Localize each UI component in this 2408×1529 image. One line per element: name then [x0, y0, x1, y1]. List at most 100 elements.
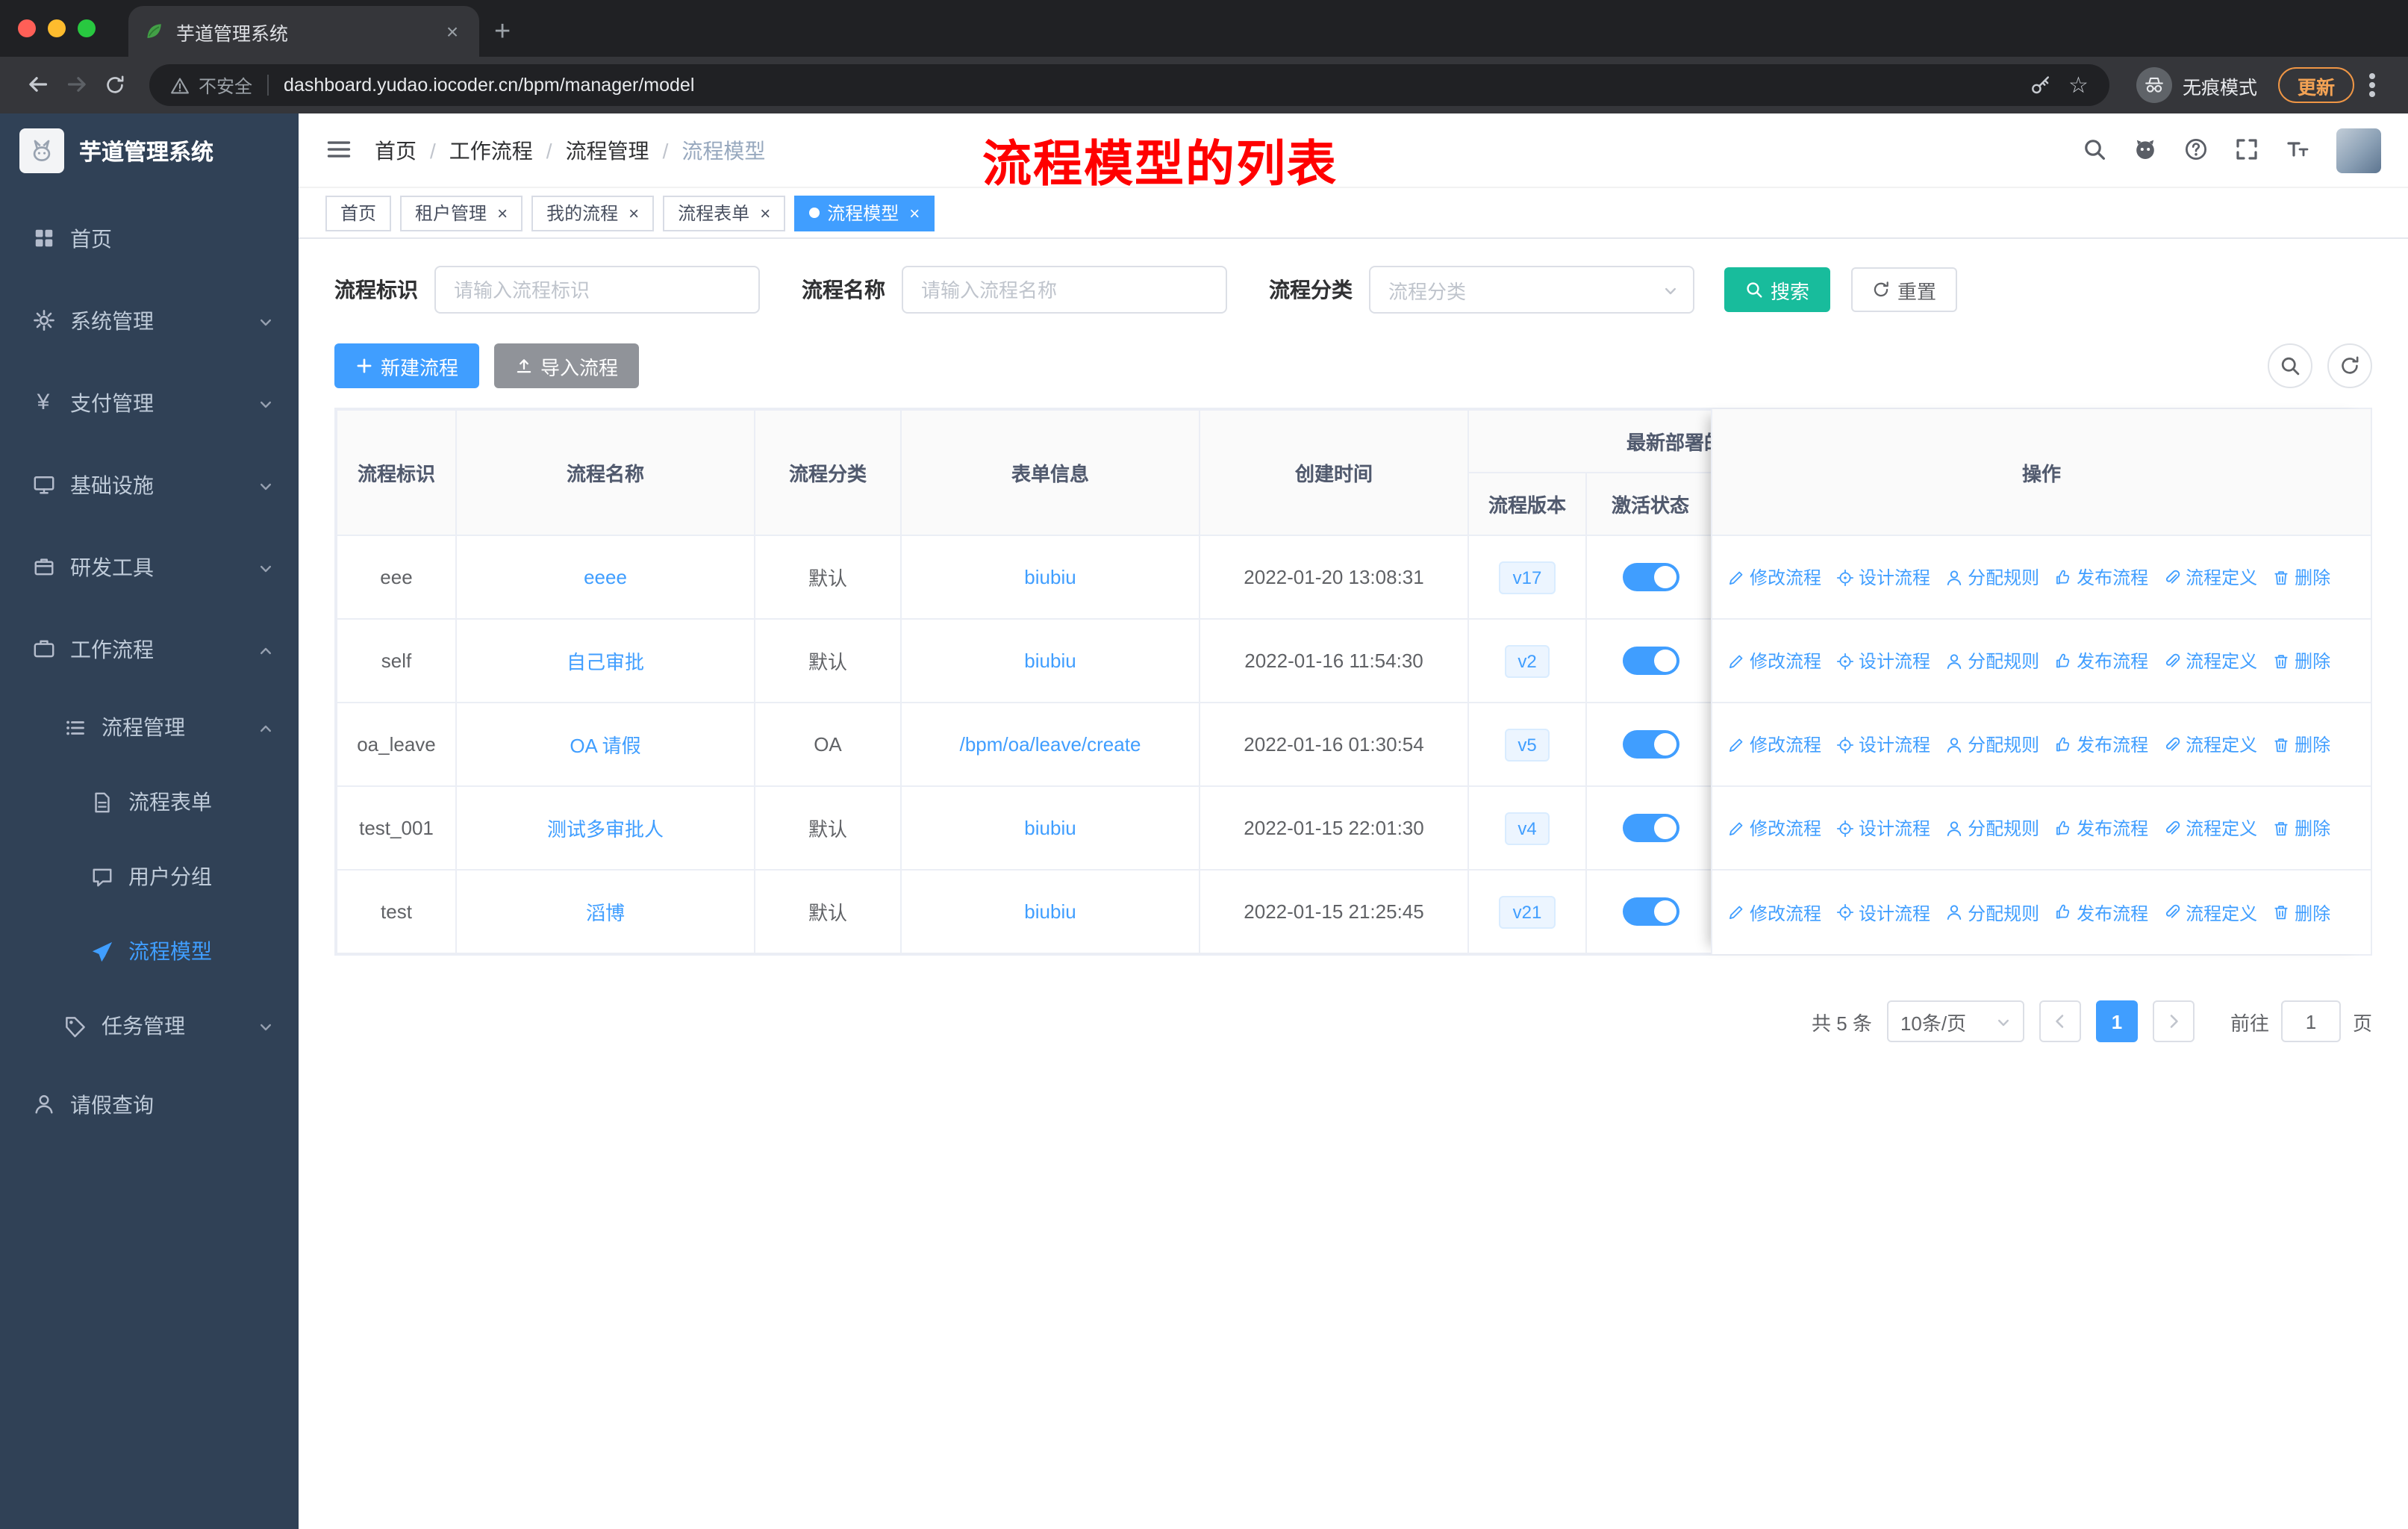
close-icon[interactable]	[628, 204, 639, 222]
sidebar-item-process-model[interactable]: 流程模型	[0, 914, 299, 988]
breadcrumb-home[interactable]: 首页	[375, 135, 417, 165]
active-toggle[interactable]	[1622, 563, 1679, 591]
publish-process-link[interactable]: 发布流程	[2054, 732, 2148, 757]
delete-process-link[interactable]: 删除	[2272, 564, 2330, 590]
browser-tab[interactable]: 芋道管理系统	[128, 6, 479, 57]
process-name-input[interactable]	[902, 266, 1227, 314]
process-definition-link[interactable]: 流程定义	[2163, 732, 2257, 757]
delete-process-link[interactable]: 删除	[2272, 732, 2330, 757]
process-name-link[interactable]: 自己审批	[567, 651, 644, 673]
goto-page-input[interactable]	[2280, 1000, 2341, 1042]
publish-process-link[interactable]: 发布流程	[2054, 648, 2148, 673]
active-toggle[interactable]	[1622, 897, 1679, 926]
process-definition-link[interactable]: 流程定义	[2163, 648, 2257, 673]
sidebar-item-process-mgmt[interactable]: 流程管理	[0, 690, 299, 764]
sidebar-item-devtools[interactable]: 研发工具	[0, 526, 299, 608]
reload-button[interactable]	[96, 72, 134, 99]
breadcrumb-workflow[interactable]: 工作流程	[449, 135, 533, 165]
process-definition-link[interactable]: 流程定义	[2163, 564, 2257, 590]
design-process-link[interactable]: 设计流程	[1836, 900, 1930, 925]
delete-process-link[interactable]: 删除	[2272, 648, 2330, 673]
incognito-badge[interactable]: 无痕模式	[2136, 67, 2257, 103]
design-process-link[interactable]: 设计流程	[1836, 732, 1930, 757]
close-window-button[interactable]	[18, 19, 36, 37]
process-definition-link[interactable]: 流程定义	[2163, 815, 2257, 841]
browser-menu-icon[interactable]	[2369, 82, 2375, 88]
current-page-button[interactable]: 1	[2095, 1000, 2138, 1042]
design-process-link[interactable]: 设计流程	[1836, 815, 1930, 841]
process-name-link[interactable]: eeee	[584, 566, 627, 588]
search-button[interactable]: 搜索	[1724, 267, 1831, 312]
active-toggle[interactable]	[1622, 814, 1679, 842]
publish-process-link[interactable]: 发布流程	[2054, 815, 2148, 841]
assign-rule-link[interactable]: 分配规则	[1945, 900, 2039, 925]
address-bar[interactable]: 不安全 dashboard.yudao.iocoder.cn/bpm/manag…	[149, 64, 2109, 106]
new-tab-button[interactable]	[494, 18, 511, 46]
fullscreen-icon[interactable]	[2235, 137, 2259, 164]
active-toggle[interactable]	[1622, 730, 1679, 759]
sidebar-item-infra[interactable]: 基础设施	[0, 443, 299, 526]
forward-button[interactable]	[57, 72, 96, 99]
publish-process-link[interactable]: 发布流程	[2054, 564, 2148, 590]
minimize-window-button[interactable]	[48, 19, 66, 37]
zoom-window-button[interactable]	[78, 19, 96, 37]
delete-process-link[interactable]: 删除	[2272, 815, 2330, 841]
process-name-link[interactable]: 测试多审批人	[547, 818, 664, 841]
toggle-search-button[interactable]	[2268, 343, 2312, 388]
tab-close-icon[interactable]	[440, 19, 464, 43]
sidebar-item-home[interactable]: 首页	[0, 197, 299, 279]
search-icon[interactable]	[2083, 137, 2106, 164]
breadcrumb-process-mgmt[interactable]: 流程管理	[566, 135, 649, 165]
form-info-link[interactable]: biubiu	[1024, 900, 1076, 923]
page-size-select[interactable]: 10条/页	[1886, 1000, 2024, 1042]
modify-process-link[interactable]: 修改流程	[1727, 900, 1821, 925]
form-info-link[interactable]: biubiu	[1024, 566, 1076, 588]
font-size-icon[interactable]	[2286, 137, 2309, 164]
modify-process-link[interactable]: 修改流程	[1727, 648, 1821, 673]
help-icon[interactable]	[2184, 137, 2208, 164]
close-icon[interactable]	[760, 204, 770, 222]
form-info-link[interactable]: /bpm/oa/leave/create	[960, 733, 1141, 756]
process-name-link[interactable]: 滔博	[586, 902, 625, 924]
active-toggle[interactable]	[1622, 647, 1679, 675]
sidebar-item-user-group[interactable]: 用户分组	[0, 839, 299, 914]
form-info-link[interactable]: biubiu	[1024, 817, 1076, 839]
delete-process-link[interactable]: 删除	[2272, 900, 2330, 925]
assign-rule-link[interactable]: 分配规则	[1945, 815, 2039, 841]
process-category-select[interactable]: 流程分类	[1369, 266, 1694, 314]
sidebar-item-task-mgmt[interactable]: 任务管理	[0, 988, 299, 1063]
assign-rule-link[interactable]: 分配规则	[1945, 732, 2039, 757]
assign-rule-link[interactable]: 分配规则	[1945, 564, 2039, 590]
process-name-link[interactable]: OA 请假	[570, 735, 640, 757]
sidebar-item-process-form[interactable]: 流程表单	[0, 764, 299, 839]
sidebar-item-system[interactable]: 系统管理	[0, 279, 299, 361]
process-definition-link[interactable]: 流程定义	[2163, 900, 2257, 925]
assign-rule-link[interactable]: 分配规则	[1945, 648, 2039, 673]
github-icon[interactable]	[2133, 137, 2157, 164]
close-icon[interactable]	[497, 204, 508, 222]
bookmark-star-icon[interactable]: ☆	[2068, 74, 2089, 96]
back-button[interactable]	[18, 72, 57, 99]
reset-button[interactable]: 重置	[1851, 267, 1958, 312]
publish-process-link[interactable]: 发布流程	[2054, 900, 2148, 925]
refresh-table-button[interactable]	[2327, 343, 2372, 388]
form-info-link[interactable]: biubiu	[1024, 650, 1076, 672]
sidebar-item-payment[interactable]: ¥ 支付管理	[0, 361, 299, 443]
chrome-update-button[interactable]: 更新	[2277, 67, 2354, 103]
process-id-input[interactable]	[434, 266, 760, 314]
modify-process-link[interactable]: 修改流程	[1727, 564, 1821, 590]
tag-tenant-mgmt[interactable]: 租户管理	[400, 195, 523, 231]
modify-process-link[interactable]: 修改流程	[1727, 815, 1821, 841]
tag-my-process[interactable]: 我的流程	[531, 195, 655, 231]
design-process-link[interactable]: 设计流程	[1836, 648, 1930, 673]
sidebar-collapse-icon[interactable]	[325, 137, 352, 164]
tag-process-form[interactable]: 流程表单	[663, 195, 786, 231]
next-page-button[interactable]	[2152, 1000, 2195, 1042]
tag-process-model[interactable]: 流程模型	[794, 195, 935, 231]
password-key-icon[interactable]	[2030, 72, 2050, 99]
create-process-button[interactable]: 新建流程	[334, 343, 480, 388]
import-process-button[interactable]: 导入流程	[494, 343, 640, 388]
sidebar-item-leave-query[interactable]: 请假查询	[0, 1063, 299, 1145]
user-avatar[interactable]	[2336, 128, 2381, 172]
close-icon[interactable]	[909, 204, 920, 222]
